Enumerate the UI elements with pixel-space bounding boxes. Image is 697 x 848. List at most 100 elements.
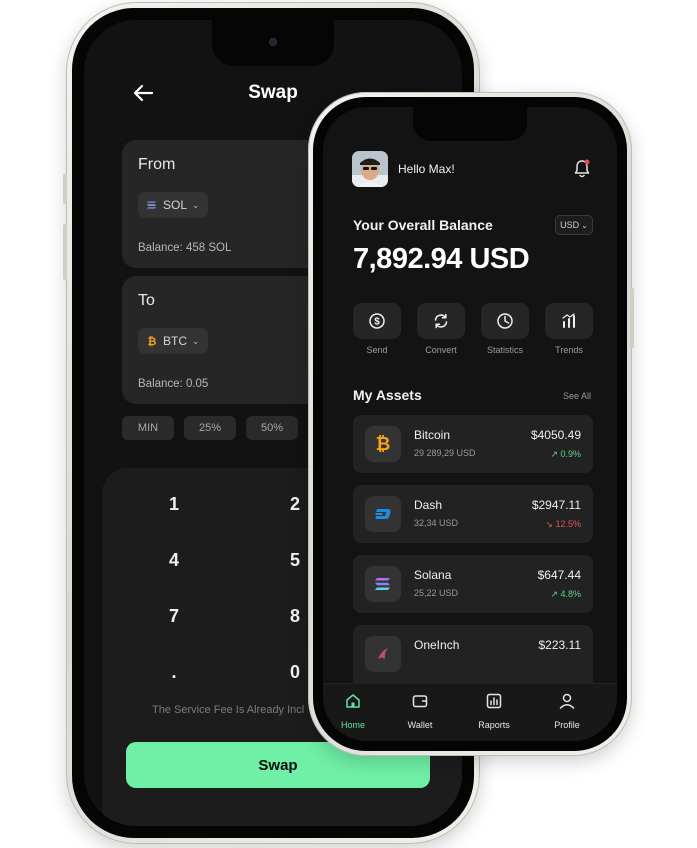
chevron-down-icon: ⌄ [192, 199, 200, 210]
key-4[interactable]: 4 [144, 540, 204, 580]
trends-label: Trends [555, 345, 583, 355]
see-all-link[interactable]: See All [563, 391, 591, 401]
nav-profile[interactable]: Profile [537, 692, 597, 730]
total-balance: 7,892.94 USD [353, 243, 530, 275]
quick-actions: $ Send Convert Statistics Trends [353, 303, 593, 363]
asset-price: $4050.49 [530, 428, 581, 442]
to-balance: Balance: 0.05 [138, 378, 209, 390]
percent-buttons: MIN 25% 50% [122, 416, 298, 440]
asset-quantity: 29 289,29 USD [414, 448, 476, 458]
side-button [63, 174, 67, 204]
notification-bell-icon[interactable] [572, 158, 592, 180]
dollar-circle-icon: $ [369, 313, 385, 329]
convert-arrows-icon [434, 313, 448, 329]
asset-change-value: 0.9% [560, 449, 581, 459]
asset-quantity: 32,34 USD [414, 518, 459, 528]
asset-change: ↗ 0.9% [550, 449, 581, 460]
solana-icon [365, 566, 401, 602]
home-phone: Hello Max! Your Overall Balance USD ⌄ 7,… [308, 92, 634, 756]
from-coin-select[interactable]: SOL ⌄ [138, 192, 208, 218]
min-button[interactable]: MIN [122, 416, 174, 440]
asset-price: $223.11 [538, 638, 582, 652]
trend-up-icon: ↗ [550, 589, 561, 599]
send-label: Send [366, 345, 388, 355]
solana-icon [146, 199, 158, 211]
phone-notch [413, 107, 527, 141]
currency-select[interactable]: USD ⌄ [555, 215, 593, 235]
convert-button[interactable] [417, 303, 465, 339]
avatar[interactable] [352, 151, 388, 187]
bitcoin-icon: ₿ [146, 335, 158, 347]
trends-action[interactable]: Trends [545, 303, 593, 355]
greeting-text: Hello Max! [398, 162, 455, 176]
asset-name: Bitcoin [414, 428, 451, 442]
from-coin-label: SOL [163, 198, 188, 212]
nav-home[interactable]: Home [323, 692, 383, 730]
chevron-down-icon: ⌄ [192, 335, 200, 346]
currency-label: USD [560, 220, 580, 230]
phone-bezel: Hello Max! Your Overall Balance USD ⌄ 7,… [313, 97, 627, 751]
asset-name: Dash [414, 498, 443, 512]
key-7[interactable]: 7 [144, 596, 204, 636]
home-icon [346, 694, 360, 708]
asset-price: $2947.11 [531, 498, 581, 512]
my-assets-title: My Assets [353, 387, 422, 403]
trend-down-icon: ↘ [545, 519, 556, 529]
bar-chart-icon [562, 313, 575, 328]
home-screen: Hello Max! Your Overall Balance USD ⌄ 7,… [323, 107, 617, 741]
report-icon [486, 693, 502, 709]
oneinch-icon [365, 636, 401, 672]
asset-change: ↗ 4.8% [550, 589, 581, 600]
to-label: To [138, 292, 155, 309]
key-decimal[interactable]: . [144, 652, 204, 692]
convert-label: Convert [425, 345, 457, 355]
wallet-icon [412, 695, 428, 708]
phone-notch [212, 20, 334, 66]
25-percent-button[interactable]: 25% [184, 416, 236, 440]
asset-change-value: 4.8% [560, 589, 581, 599]
asset-row-dash[interactable]: Dash 32,34 USD $2947.11 ↘ 12.5% [353, 485, 593, 543]
from-label: From [138, 156, 176, 173]
50-percent-button[interactable]: 50% [246, 416, 298, 440]
svg-text:₿: ₿ [148, 336, 157, 347]
nav-profile-label: Profile [554, 720, 580, 730]
svg-text:$: $ [374, 317, 380, 328]
svg-text:₿: ₿ [376, 434, 391, 454]
send-action[interactable]: $ Send [353, 303, 401, 355]
camera-icon [269, 38, 277, 46]
nav-raports[interactable]: Raports [464, 692, 524, 730]
asset-name: OneInch [414, 638, 460, 652]
dash-icon [365, 496, 401, 532]
nav-home-label: Home [340, 720, 365, 730]
asset-change: ↘ 12.5% [545, 519, 581, 530]
key-1[interactable]: 1 [144, 484, 204, 524]
asset-quantity: 25,22 USD [414, 588, 459, 598]
bitcoin-icon: ₿ [365, 426, 401, 462]
bottom-nav: Home Wallet Raports Profile [323, 683, 617, 741]
statistics-action[interactable]: Statistics [481, 303, 529, 355]
statistics-label: Statistics [486, 345, 523, 355]
pie-chart-icon [497, 313, 513, 329]
chevron-down-icon: ⌄ [581, 220, 588, 230]
convert-action[interactable]: Convert [417, 303, 465, 355]
trend-up-icon: ↗ [550, 449, 561, 459]
asset-row-bitcoin[interactable]: ₿ Bitcoin 29 289,29 USD $4050.49 ↗ 0.9% [353, 415, 593, 473]
service-fee-note: The Service Fee Is Already Incl [152, 704, 305, 716]
nav-wallet-label: Wallet [407, 720, 433, 730]
from-balance: Balance: 458 SOL [138, 242, 232, 254]
to-coin-label: BTC [163, 334, 187, 348]
asset-row-solana[interactable]: Solana 25,22 USD $647.44 ↗ 4.8% [353, 555, 593, 613]
profile-icon [559, 693, 575, 709]
volume-button [63, 224, 67, 280]
balance-label: Your Overall Balance [353, 217, 493, 233]
asset-change-value: 12.5% [555, 519, 581, 529]
power-button [630, 288, 634, 348]
to-coin-select[interactable]: ₿ BTC ⌄ [138, 328, 208, 354]
nav-wallet[interactable]: Wallet [390, 692, 450, 730]
send-button[interactable]: $ [353, 303, 401, 339]
statistics-button[interactable] [481, 303, 529, 339]
asset-price: $647.44 [537, 568, 581, 582]
nav-raports-label: Raports [478, 720, 510, 730]
trends-button[interactable] [545, 303, 593, 339]
asset-name: Solana [414, 568, 452, 582]
